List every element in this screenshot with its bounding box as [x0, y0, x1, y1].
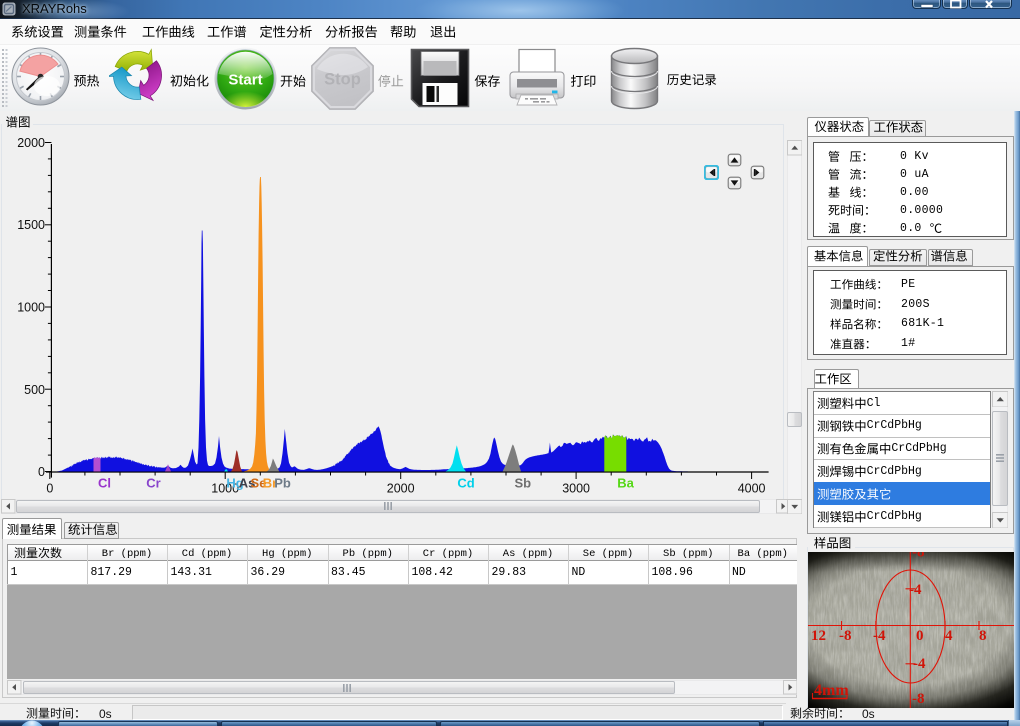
svg-text:500: 500	[24, 383, 45, 397]
svg-text:12: 12	[811, 628, 826, 644]
svg-text:1500: 1500	[17, 218, 45, 232]
svg-text:-4: -4	[873, 628, 886, 644]
svg-text:0: 0	[38, 465, 45, 479]
svg-text:Cl: Cl	[98, 476, 111, 491]
svg-text:Pb: Pb	[274, 476, 291, 491]
svg-text:0: 0	[46, 482, 53, 496]
svg-text:Start: Start	[228, 71, 262, 88]
svg-text:Cr: Cr	[146, 476, 160, 491]
svg-text:2000: 2000	[387, 482, 415, 496]
svg-text:3000: 3000	[562, 482, 590, 496]
svg-text:0: 0	[916, 628, 924, 644]
svg-text:Ba: Ba	[617, 476, 634, 491]
svg-text:-4: -4	[909, 582, 922, 598]
svg-text:2000: 2000	[17, 136, 45, 150]
svg-text:-8: -8	[912, 552, 925, 561]
svg-text:Stop: Stop	[324, 70, 361, 88]
svg-text:-4: -4	[913, 656, 926, 672]
svg-text:4000: 4000	[738, 482, 766, 496]
svg-text:4: 4	[945, 628, 953, 644]
svg-text:1000: 1000	[17, 301, 45, 315]
svg-text:Cd: Cd	[457, 476, 474, 491]
svg-text:Sb: Sb	[514, 476, 531, 491]
svg-text:8: 8	[979, 628, 987, 644]
svg-text:-8: -8	[839, 628, 852, 644]
svg-text:4mm: 4mm	[814, 682, 849, 699]
svg-text:-8: -8	[912, 691, 925, 707]
